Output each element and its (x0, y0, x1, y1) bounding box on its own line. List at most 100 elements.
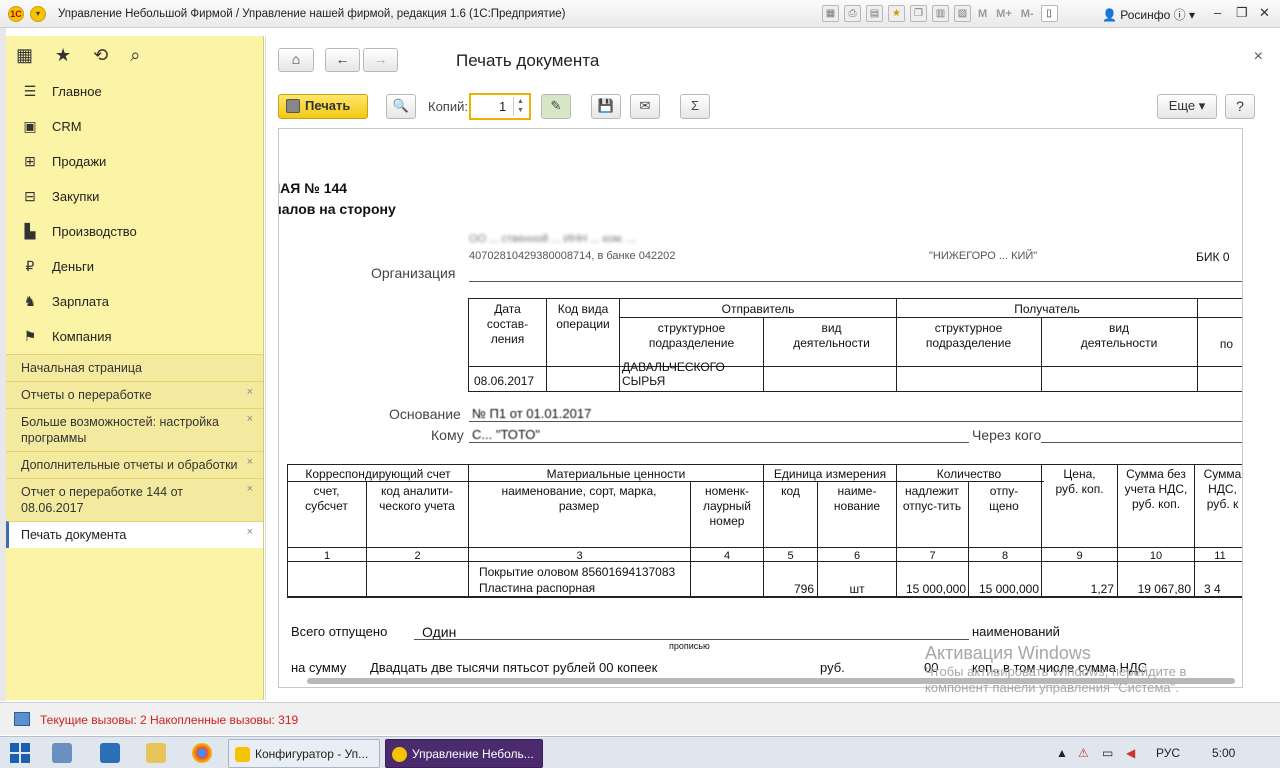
org-fragment-1: 40702810429380008714, в банке 042202 (469, 250, 676, 262)
vertical-scrollbar[interactable] (1242, 147, 1243, 667)
tray-volume-icon[interactable]: ◀ (1126, 746, 1135, 760)
col-num-2: 2 (414, 550, 421, 562)
item-qty-due: 15 000,000 (905, 582, 966, 596)
taskbar-configurator[interactable]: Конфигуратор - Уп... (228, 739, 380, 768)
crm-icon: ▣ (23, 118, 37, 134)
favorites-star-icon[interactable]: ★ (55, 45, 71, 66)
close-icon[interactable]: × (247, 454, 253, 470)
hdr-code: Код вида операции (556, 302, 610, 331)
server-manager-icon[interactable] (52, 743, 72, 763)
start-icon[interactable] (10, 743, 30, 763)
open-window-more-features[interactable]: Больше возможностей: настройка программы… (6, 408, 263, 451)
sidebar-item-company[interactable]: ⚑ Компания (6, 319, 263, 354)
more-button[interactable]: Еще ▾ (1157, 94, 1217, 119)
open-window-start-page[interactable]: Начальная страница (6, 354, 263, 381)
menu-icon: ☰ (23, 83, 37, 99)
tray-display-icon[interactable]: ▭ (1102, 746, 1113, 760)
server-calls-text[interactable]: Текущие вызовы: 2 Накопленные вызовы: 31… (40, 713, 298, 727)
main-menu-icon[interactable]: ▾ (30, 5, 46, 22)
sum-button[interactable]: Σ (680, 94, 710, 119)
preview-icon[interactable]: ▤ (866, 5, 883, 22)
panels-icon[interactable]: ▯ (1040, 5, 1058, 22)
sidebar-item-main[interactable]: ☰ Главное (6, 74, 263, 109)
copies-stepper[interactable]: ▲ ▼ (513, 97, 527, 116)
tray-clock[interactable]: 5:00 (1212, 746, 1235, 760)
close-form-icon[interactable]: × (1254, 48, 1263, 66)
preview-button[interactable]: 🔍 (386, 94, 416, 119)
tray-up-arrow-icon[interactable]: ▲ (1056, 746, 1068, 760)
history-icon[interactable]: ⟲ (93, 45, 108, 66)
save-button[interactable]: 💾 (591, 94, 621, 119)
copies-label: Копий: (428, 99, 468, 114)
sidebar-item-sales[interactable]: ⊞ Продажи (6, 144, 263, 179)
powershell-icon[interactable] (100, 743, 120, 763)
sidebar-item-crm[interactable]: ▣ CRM (6, 109, 263, 144)
open-window-report-144[interactable]: Отчет о переработке 144 от 08.06.2017 × (6, 478, 263, 521)
tray-network-icon[interactable]: ⚠ (1078, 746, 1089, 760)
sidebar-item-production[interactable]: ▙ Производство (6, 214, 263, 249)
1c-logo-icon[interactable]: 1С (8, 5, 24, 22)
document-preview[interactable]: НАКЛАДНАЯ № 144 на отпуск материалов на … (278, 128, 1243, 688)
memory-minus-button[interactable]: M- (1019, 8, 1036, 20)
restore-icon[interactable]: ❐ (1236, 5, 1248, 21)
open-windows-list: Начальная страница Отчеты о переработке ×… (6, 354, 263, 548)
close-icon[interactable]: × (247, 411, 253, 427)
help-button[interactable]: ? (1225, 94, 1255, 119)
favorites-icon[interactable]: ★ (888, 5, 905, 22)
memory-button[interactable]: M (976, 8, 989, 20)
user-menu[interactable]: 👤 Росинфо ⓘ ▾ (1102, 6, 1195, 23)
copy-icon[interactable]: ❐ (910, 5, 927, 22)
minimize-icon[interactable]: – (1214, 5, 1221, 20)
forward-button[interactable]: → (363, 48, 398, 72)
org-bik: БИК 0 (1196, 250, 1230, 264)
item-price: 1,27 (1090, 582, 1114, 596)
hdr-sender-activity: вид деятельности (793, 321, 870, 350)
print-button[interactable]: Печать (278, 94, 368, 119)
calendar2-icon[interactable]: ▧ (954, 5, 971, 22)
basket-icon: ⊞ (24, 153, 36, 169)
sidebar-item-purchases[interactable]: ⊟ Закупки (6, 179, 263, 214)
edit-button[interactable]: ✎ (541, 94, 571, 119)
col-num-10: 10 (1149, 550, 1163, 562)
close-icon[interactable]: × (247, 384, 253, 400)
chrome-icon[interactable] (192, 743, 212, 763)
open-window-print-document[interactable]: Печать документа × (6, 521, 263, 548)
close-icon[interactable]: × (247, 524, 253, 540)
calendar-icon[interactable]: ▦ (822, 5, 839, 22)
hdr-nomenclature: номенк-лаурный номер (702, 484, 752, 528)
open-window-processing-reports[interactable]: Отчеты о переработке × (6, 381, 263, 408)
close-icon[interactable]: × (247, 481, 253, 497)
org-fragment-2: "НИЖЕГОРО ... КИЙ" (929, 250, 1038, 262)
grid-menu-icon[interactable]: ▦ (16, 45, 33, 66)
total-count: Один (422, 624, 457, 640)
server-calls-icon[interactable] (14, 712, 30, 726)
explorer-icon[interactable] (146, 743, 166, 763)
hdr-unit-name: наиме-нование (833, 484, 881, 513)
open-window-additional-reports[interactable]: Дополнительные отчеты и обработки × (6, 451, 263, 478)
cart-icon: ⊟ (24, 188, 36, 204)
hdr-sum: Сумма без учета НДС, руб. коп. (1124, 467, 1188, 511)
memory-plus-button[interactable]: M+ (994, 8, 1014, 20)
taskbar-enterprise[interactable]: Управление Неболь... (385, 739, 543, 768)
close-window-icon[interactable]: ✕ (1259, 5, 1270, 21)
send-email-button[interactable]: ✉ (630, 94, 660, 119)
calculator-icon[interactable]: ▥ (932, 5, 949, 22)
copies-input[interactable]: 1 ▲ ▼ (469, 93, 531, 120)
col-num-3: 3 (576, 550, 583, 562)
back-button[interactable]: ← (325, 48, 360, 72)
search-icon[interactable]: ⌕ (130, 45, 140, 66)
item-name-2: Пластина распорная (479, 581, 596, 595)
sidebar-item-salary[interactable]: ♞ Зарплата (6, 284, 263, 319)
to-value: С... "ТОТО" (472, 427, 541, 442)
row-sender-dept: ДАВАЛЬЧЕСКОГО СЫРЬЯ (622, 360, 725, 388)
print-icon[interactable]: ⎙ (844, 5, 861, 22)
printer-icon (286, 99, 300, 113)
sidebar-item-money[interactable]: ₽ Деньги (6, 249, 263, 284)
row-date: 08.06.2017 (474, 374, 535, 388)
title-toolbar: ▦ ⎙ ▤ ★ ❐ ▥ ▧ M M+ M- ▯ (822, 5, 1058, 22)
tray-language[interactable]: РУС (1156, 746, 1180, 760)
hdr-date: Дата состав-ления (486, 302, 529, 346)
home-button[interactable]: ⌂ (278, 48, 314, 72)
factory-icon: ▙ (24, 223, 36, 239)
col-num-1: 1 (323, 550, 331, 562)
